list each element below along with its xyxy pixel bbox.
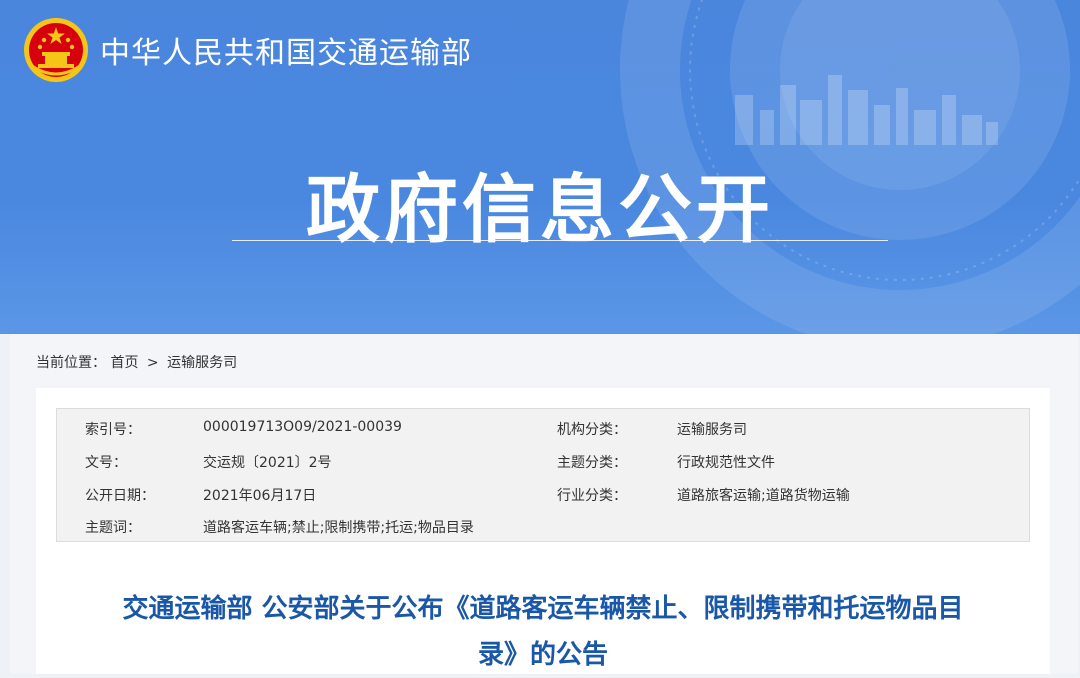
breadcrumb-label: 当前位置：: [36, 355, 106, 371]
document-metadata-table: 索引号： 000019713O09/2021-00039 机构分类： 运输服务司…: [56, 408, 1030, 542]
meta-org-value: 运输服务司: [677, 422, 747, 438]
meta-date-label: 公开日期：: [85, 488, 155, 504]
meta-keywords-label: 主题词：: [85, 520, 141, 536]
meta-index-value: 000019713O09/2021-00039: [203, 419, 402, 435]
header-banner: 中华人民共和国交通运输部 政府信息公开: [0, 0, 1080, 334]
breadcrumb-home-link[interactable]: 首页: [110, 355, 138, 371]
meta-index-label: 索引号：: [85, 422, 141, 438]
meta-industry-label: 行业分类：: [557, 488, 627, 504]
breadcrumb-separator: >: [146, 355, 159, 371]
meta-docno-value: 交运规〔2021〕2号: [203, 455, 332, 471]
meta-industry-value: 道路旅客运输;道路货物运输: [677, 488, 850, 504]
meta-keywords-value: 道路客运车辆;禁止;限制携带;托运;物品目录: [203, 520, 474, 536]
meta-date-value: 2021年06月17日: [203, 488, 317, 504]
meta-org-label: 机构分类：: [557, 422, 627, 438]
meta-topic-value: 行政规范性文件: [677, 455, 775, 471]
breadcrumb: 当前位置： 首页 > 运输服务司: [36, 352, 237, 372]
breadcrumb-department-link[interactable]: 运输服务司: [167, 355, 237, 371]
meta-docno-label: 文号：: [85, 455, 127, 471]
article-title: 交通运输部 公安部关于公布《道路客运车辆禁止、限制携带和托运物品目 录》的公告: [56, 586, 1030, 678]
site-name[interactable]: 中华人民共和国交通运输部: [100, 28, 472, 72]
article-title-line-2: 录》的公告: [477, 640, 608, 670]
national-emblem-icon: [24, 18, 88, 82]
article-title-line-1: 交通运输部 公安部关于公布《道路客运车辆禁止、限制携带和托运物品目: [122, 594, 964, 624]
meta-topic-label: 主题分类：: [557, 455, 627, 471]
banner-divider: [232, 240, 888, 241]
